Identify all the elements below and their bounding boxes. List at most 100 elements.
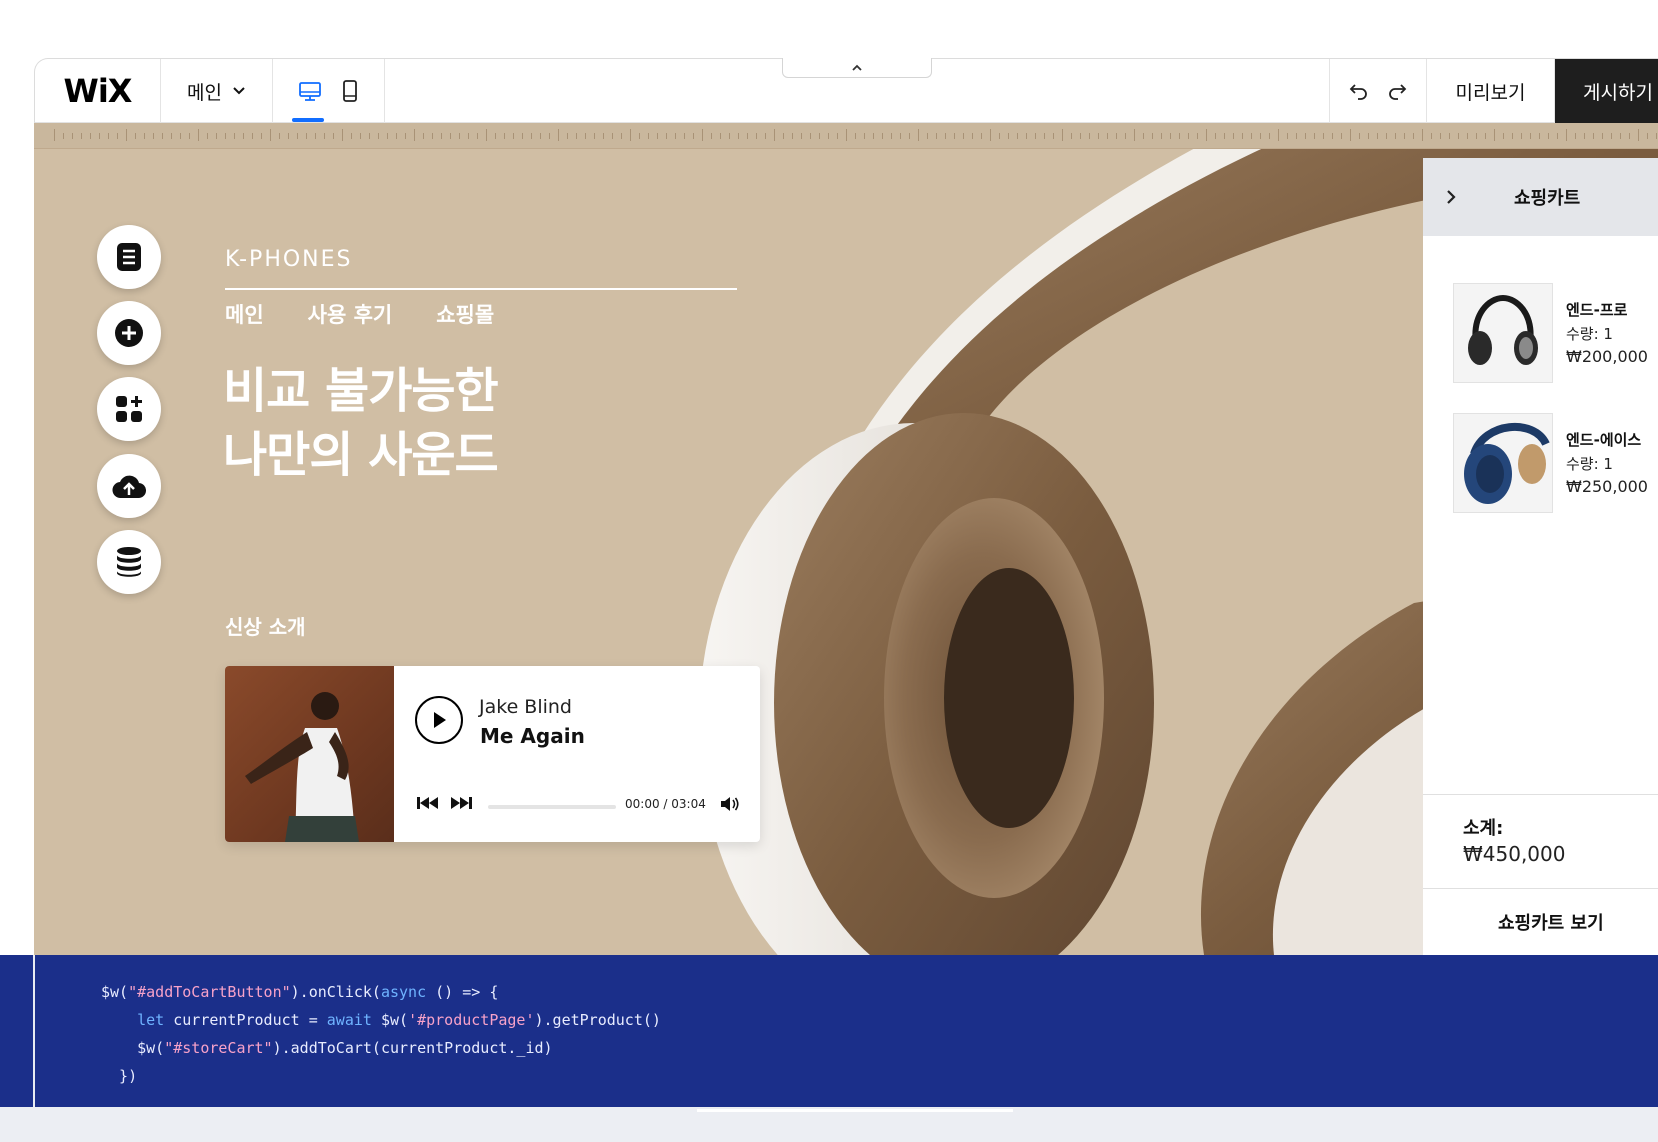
upload-tool[interactable] — [97, 454, 161, 518]
ruler-tick — [72, 133, 73, 139]
previous-track-icon[interactable] — [417, 796, 439, 810]
cart-item[interactable]: 엔드-프로 수량: 1 ₩200,000 — [1453, 283, 1658, 383]
cart-item[interactable]: 엔드-에이스 수량: 1 ₩250,000 — [1453, 413, 1658, 513]
ruler-tick — [54, 129, 55, 141]
code-panel[interactable]: $w("#addToCartButton").onClick(async () … — [0, 955, 1658, 1107]
site-nav-item-main[interactable]: 메인 — [225, 299, 264, 329]
ruler-tick — [1179, 133, 1180, 139]
ruler-tick — [972, 133, 973, 139]
ruler-tick — [342, 129, 343, 141]
ruler-tick — [1332, 133, 1333, 139]
ruler-tick — [1440, 133, 1441, 139]
ruler-tick — [702, 129, 703, 141]
divider — [1423, 794, 1658, 795]
track-title: Me Again — [480, 724, 585, 748]
ruler-tick — [1035, 133, 1036, 139]
ruler-tick — [1521, 133, 1522, 139]
chevron-right-icon[interactable] — [1445, 189, 1457, 205]
ruler-tick — [243, 133, 244, 139]
pages-icon — [117, 243, 141, 271]
ruler-tick — [1584, 133, 1585, 139]
ruler-tick — [1323, 133, 1324, 139]
ruler-tick — [1053, 133, 1054, 139]
ruler-tick — [1161, 133, 1162, 139]
preview-button[interactable]: 미리보기 — [1427, 59, 1555, 123]
history-controls — [1329, 59, 1427, 123]
ruler-tick — [765, 133, 766, 139]
play-button[interactable] — [415, 696, 463, 744]
collapse-toolbar-tab[interactable] — [782, 58, 932, 78]
ruler-tick — [396, 133, 397, 139]
ruler-tick — [324, 133, 325, 139]
runner-figure — [245, 692, 359, 842]
undo-icon[interactable] — [1348, 81, 1370, 101]
next-track-icon[interactable] — [450, 796, 472, 810]
ruler-tick — [468, 133, 469, 139]
wix-logo-cell[interactable]: WiX — [35, 59, 161, 123]
code-editor[interactable]: $w("#addToCartButton").onClick(async () … — [101, 978, 661, 1090]
redo-icon[interactable] — [1386, 81, 1408, 101]
ruler-tick — [1386, 133, 1387, 139]
ruler-tick — [1413, 133, 1414, 139]
ruler-tick — [855, 133, 856, 139]
site-nav-item-shop[interactable]: 쇼핑몰 — [436, 299, 494, 329]
view-cart-button[interactable]: 쇼핑카트 보기 — [1423, 889, 1658, 955]
ruler-tick — [108, 133, 109, 139]
site-nav-item-reviews[interactable]: 사용 후기 — [308, 299, 393, 329]
cloud-upload-icon — [112, 475, 146, 499]
ruler-tick — [1602, 133, 1603, 139]
new-arrivals-label[interactable]: 신상 소개 — [225, 611, 306, 640]
ruler-tick — [873, 133, 874, 139]
cms-tool[interactable] — [97, 530, 161, 594]
ruler-tick — [288, 133, 289, 139]
site-brand[interactable]: K-PHONES — [225, 247, 353, 272]
ruler-tick — [423, 133, 424, 139]
ruler-tick — [1656, 133, 1657, 139]
page-selector[interactable]: 메인 — [161, 59, 273, 123]
ruler-tick — [1431, 133, 1432, 139]
ruler-tick — [1314, 133, 1315, 139]
ruler-tick — [1512, 133, 1513, 139]
ruler-tick — [531, 133, 532, 139]
ruler-tick — [1260, 133, 1261, 139]
ruler-tick — [783, 133, 784, 139]
ruler-tick — [90, 133, 91, 139]
pages-tool[interactable] — [97, 225, 161, 289]
resize-handle[interactable] — [697, 1109, 1013, 1112]
headphones-black-image — [1468, 294, 1538, 365]
ruler-tick — [1494, 129, 1495, 141]
music-player[interactable]: Jake Blind Me Again 00:00 / 03:04 — [225, 666, 760, 842]
ruler-tick — [981, 133, 982, 139]
add-apps-tool[interactable] — [97, 377, 161, 441]
site-canvas[interactable]: K-PHONES 메인 사용 후기 쇼핑몰 비교 불가능한 나만의 사운드 신상… — [34, 123, 1658, 955]
ruler-tick — [252, 133, 253, 139]
ruler-tick — [315, 133, 316, 139]
desktop-icon[interactable] — [298, 79, 322, 103]
ruler-tick — [162, 133, 163, 139]
ruler-tick — [1629, 133, 1630, 139]
wix-logo: WiX — [63, 72, 133, 110]
cart-header: 쇼핑카트 — [1423, 158, 1658, 236]
volume-icon[interactable] — [720, 796, 740, 812]
ruler-tick — [1368, 133, 1369, 139]
publish-button[interactable]: 게시하기 — [1555, 59, 1658, 123]
ruler-tick — [1575, 133, 1576, 139]
ruler-tick — [81, 133, 82, 139]
ruler-tick — [1125, 133, 1126, 139]
add-tool[interactable] — [97, 301, 161, 365]
ruler — [34, 123, 1658, 149]
ruler-tick — [1566, 129, 1567, 141]
ruler-tick — [1305, 133, 1306, 139]
ruler-tick — [1593, 133, 1594, 139]
hero-title[interactable]: 비교 불가능한 나만의 사운드 — [223, 359, 499, 487]
mobile-icon[interactable] — [340, 79, 360, 103]
ruler-tick — [738, 133, 739, 139]
progress-bar[interactable] — [488, 805, 616, 809]
code-panel-edge — [33, 955, 35, 1107]
ruler-tick — [1152, 133, 1153, 139]
ruler-tick — [666, 133, 667, 139]
ruler-tick — [234, 133, 235, 139]
ruler-tick — [522, 133, 523, 139]
ruler-tick — [1143, 133, 1144, 139]
ruler-tick — [720, 133, 721, 139]
